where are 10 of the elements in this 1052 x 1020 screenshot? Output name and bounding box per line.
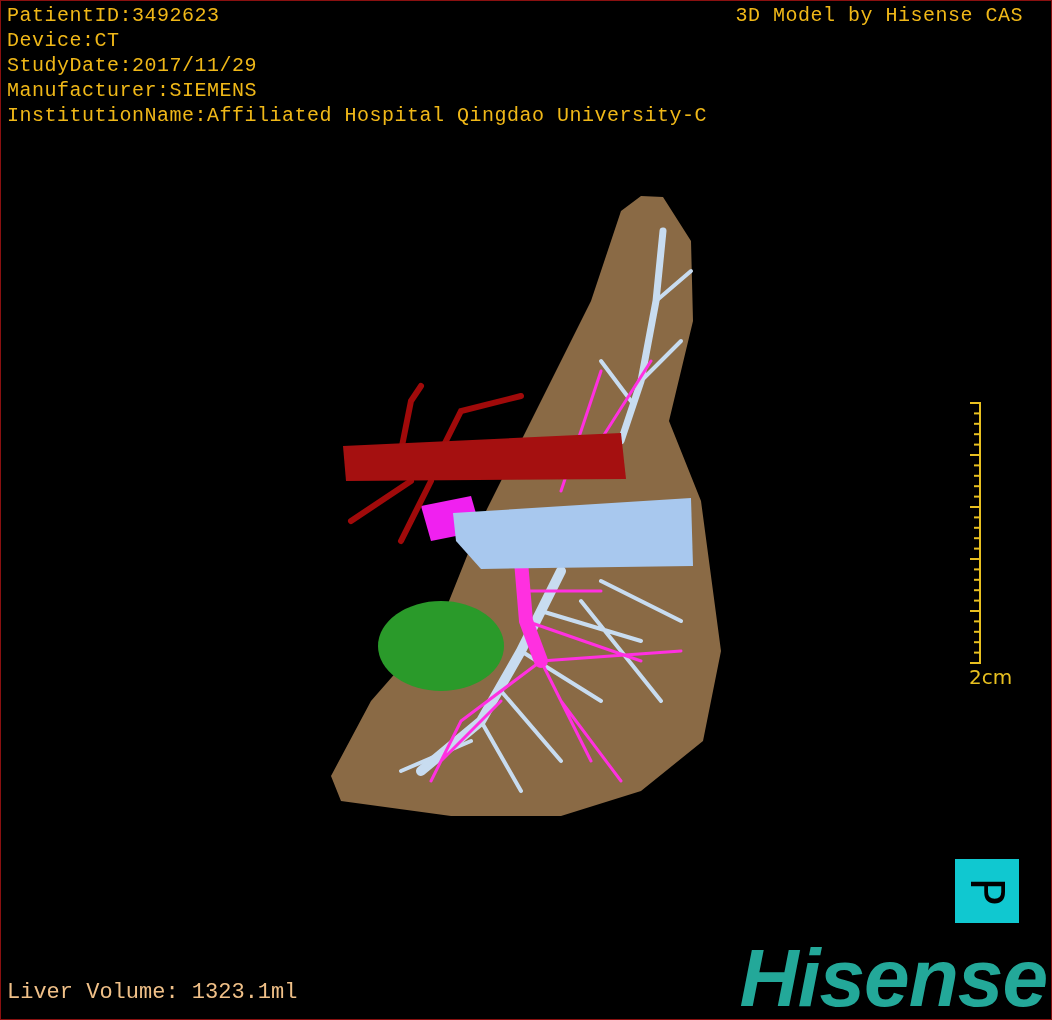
logo-text: Hisense [739,937,1048,1019]
liver-volume-text: Liver Volume: 1323.1ml [6,980,298,1007]
info-text: StudyDate:2017/11/29 [7,53,259,78]
orientation-marker[interactable]: P [955,859,1019,923]
info-text: PatientID:3492623 [7,3,221,28]
model-title: 3D Model by Hisense CAS [735,3,1024,29]
info-text: Device:CT [7,28,121,53]
scale-label: 2cm [969,665,1013,689]
info-text: Manufacturer:SIEMENS [7,78,259,103]
info-text: InstitutionName:Affiliated Hospital Qingdao University-C [7,103,708,128]
